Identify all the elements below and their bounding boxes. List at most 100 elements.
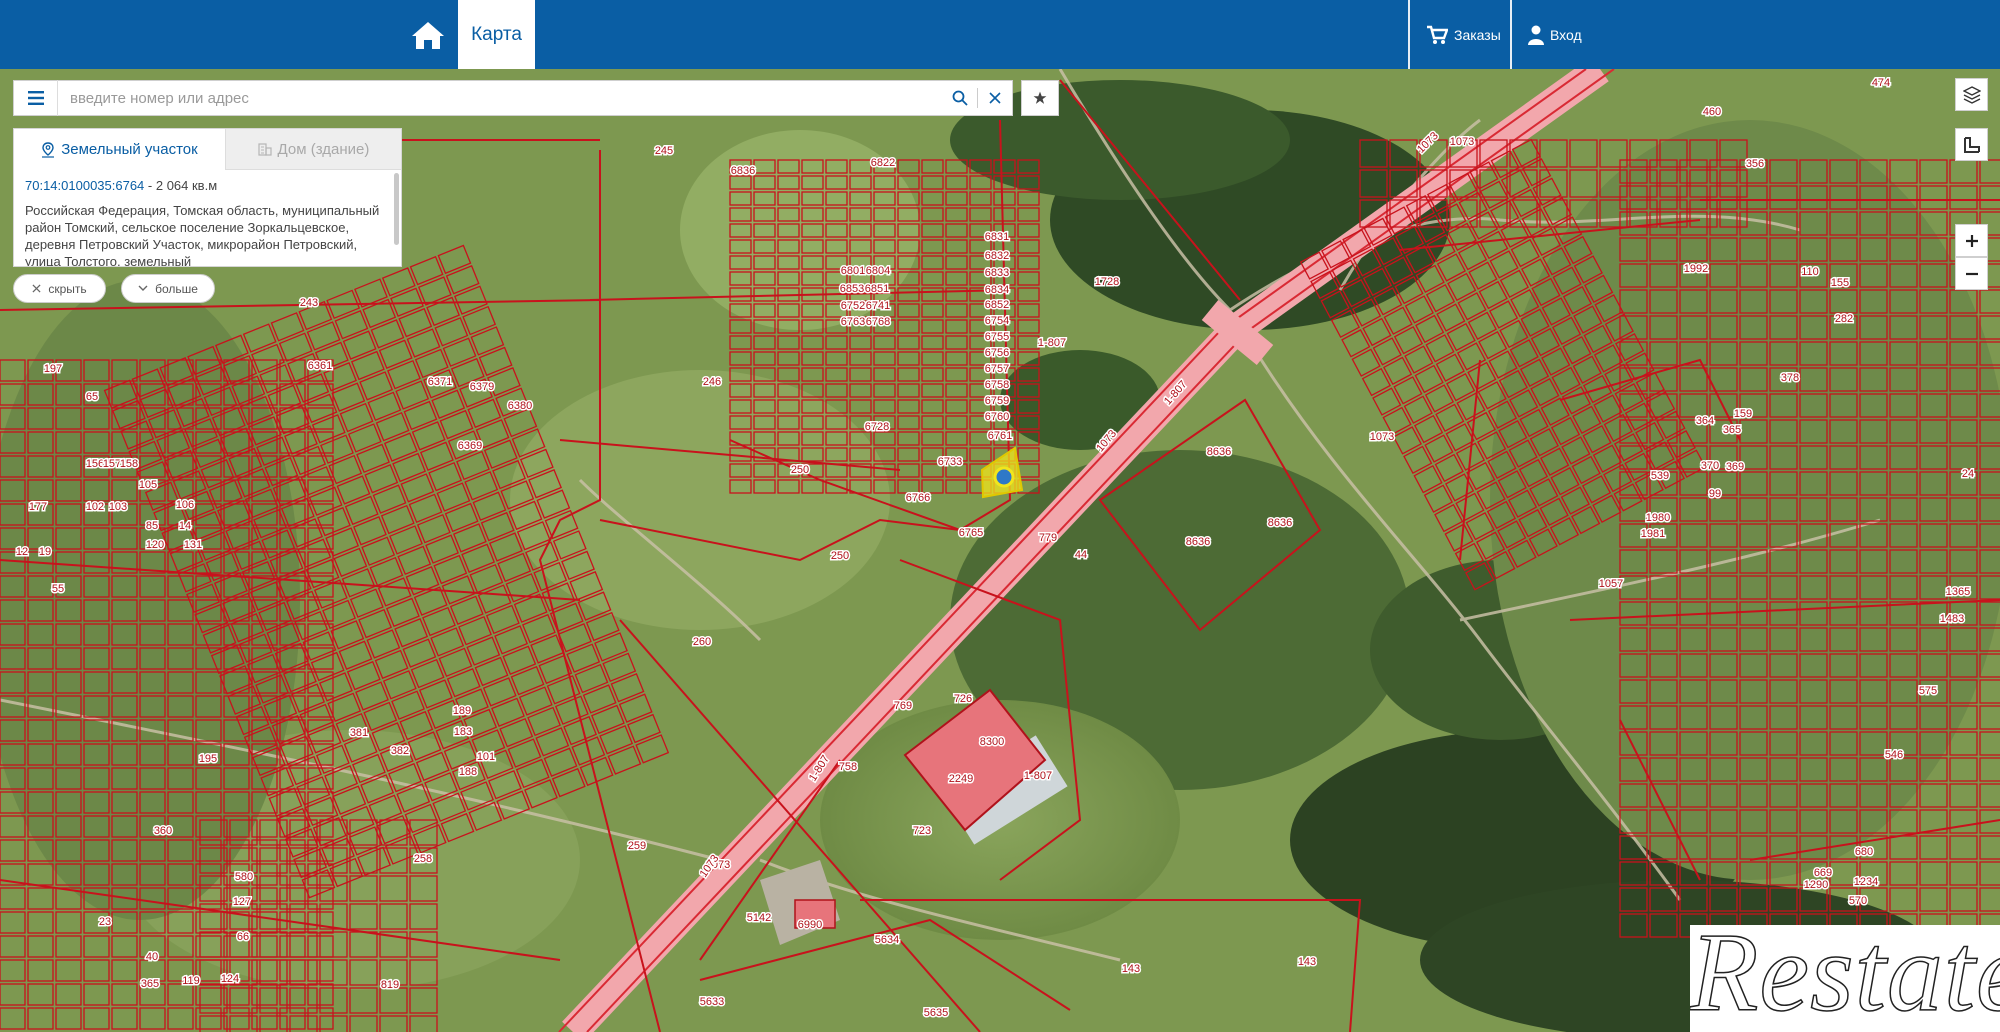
plot-number-label: 124	[221, 973, 239, 985]
tab-land-label: Земельный участок	[61, 141, 198, 158]
plot-number-label: 66	[237, 931, 249, 943]
plot-number-label: 460	[1703, 106, 1721, 118]
plot-number-label: 6766	[906, 492, 930, 504]
chevron-down-icon	[138, 285, 148, 291]
plot-number-label: 6757	[985, 363, 1009, 375]
plot-number-label: 758	[839, 761, 857, 773]
plot-number-label: 382	[391, 745, 409, 757]
plot-number-label: 6752	[841, 300, 865, 312]
plus-icon	[1965, 234, 1978, 247]
parcel-info-panel: Земельный участок Дом (здание) 70:14:010…	[13, 128, 402, 267]
plot-number-label: 680	[1855, 846, 1873, 858]
plot-number-label: 8636	[1268, 517, 1292, 529]
plot-number-label: 106	[176, 499, 194, 511]
building-icon	[257, 143, 272, 156]
plot-number-label: 365	[141, 978, 159, 990]
search-input[interactable]	[58, 81, 943, 115]
star-icon	[1033, 91, 1047, 104]
watermark-logo: Restate	[1690, 925, 2000, 1032]
plot-number-label: 260	[693, 636, 711, 648]
login-label: Вход	[1550, 26, 1582, 43]
tab-house-label: Дом (здание)	[277, 140, 370, 158]
plot-number-label: 1234	[1854, 876, 1878, 888]
plot-number-label: 360	[154, 825, 172, 837]
plot-number-label: 546	[1885, 749, 1903, 761]
plot-number-label: 365	[1723, 424, 1741, 436]
tab-house[interactable]: Дом (здание)	[224, 129, 401, 170]
plot-number-label: 6763	[841, 316, 865, 328]
plot-number-label: 159	[1734, 408, 1752, 420]
plot-number-label: 55	[52, 583, 64, 595]
plot-number-label: 769	[894, 700, 912, 712]
favorites-button[interactable]	[1021, 80, 1059, 116]
orders-label: Заказы	[1454, 26, 1501, 43]
home-button[interactable]	[398, 0, 458, 69]
plot-number-label: 103	[109, 501, 127, 513]
plot-number-label: 356	[1746, 158, 1764, 170]
cart-icon	[1427, 25, 1448, 44]
plot-number-label: 14	[179, 520, 191, 532]
minus-icon	[1965, 272, 1978, 275]
plot-number-label: 1728	[1095, 276, 1119, 288]
plot-number-label: 105	[139, 479, 157, 491]
user-icon	[1528, 25, 1544, 45]
plot-number-label: 8636	[1186, 536, 1210, 548]
plot-number-label: 779	[1039, 532, 1057, 544]
panel-scrollbar[interactable]	[394, 173, 399, 245]
plot-number-label: 1057	[1599, 578, 1623, 590]
hide-button[interactable]: скрыть	[13, 274, 106, 303]
tab-land-plot[interactable]: Земельный участок	[14, 129, 225, 170]
plot-number-label: 539	[1651, 470, 1669, 482]
plot-number-label: 246	[703, 376, 721, 388]
plot-number-label: 158	[120, 458, 138, 470]
plot-number-label: 85	[146, 520, 158, 532]
plot-number-label: 6371	[428, 376, 452, 388]
parcel-details: 70:14:0100035:6764 - 2 064 кв.м Российск…	[14, 170, 401, 267]
plot-number-label: 23	[99, 916, 111, 928]
menu-button[interactable]	[14, 80, 58, 116]
plot-number-label: 6768	[866, 316, 890, 328]
plot-number-label: 5635	[924, 1007, 948, 1019]
hide-label: скрыть	[48, 281, 87, 296]
plot-number-label: 1073	[1370, 431, 1394, 443]
plot-number-label: 474	[1872, 77, 1890, 89]
clear-search-button[interactable]	[978, 81, 1012, 115]
parcel-address: Российская Федерация, Томская область, м…	[25, 203, 380, 267]
map-tab[interactable]: Карта	[458, 0, 535, 69]
plot-number-label: 155	[1831, 277, 1849, 289]
plot-number-label: 364	[1696, 415, 1714, 427]
toolbar-divider	[1510, 0, 1512, 69]
plot-number-label: 6733	[938, 456, 962, 468]
plot-number-label: 156	[86, 458, 104, 470]
watermark-text: Restate	[1690, 925, 2000, 1032]
location-marker-icon[interactable]	[993, 466, 1015, 488]
plot-number-label: 183	[454, 726, 472, 738]
plot-number-label: 282	[1835, 313, 1853, 325]
parcel-area: - 2 064 кв.м	[144, 178, 218, 193]
zoom-in-button[interactable]	[1955, 224, 1988, 257]
layers-icon	[1962, 85, 1981, 104]
close-icon	[32, 284, 41, 293]
plot-number-label: 24	[1962, 468, 1974, 480]
login-button[interactable]: Вход	[1528, 0, 1582, 69]
layers-button[interactable]	[1955, 78, 1988, 111]
cadastral-number-link[interactable]: 70:14:0100035:6764	[25, 178, 144, 193]
plot-number-label: 6852	[985, 299, 1009, 311]
plot-number-label: 2249	[949, 773, 973, 785]
plot-number-label: 1290	[1804, 879, 1828, 891]
plot-number-label: 1980	[1646, 512, 1670, 524]
search-button[interactable]	[943, 81, 977, 115]
plot-number-label: 197	[44, 363, 62, 375]
plot-number-label: 195	[199, 753, 217, 765]
orders-button[interactable]: Заказы	[1426, 0, 1501, 69]
plot-number-label: 6741	[866, 300, 890, 312]
measure-button[interactable]	[1955, 128, 1988, 161]
plot-number-label: 6379	[470, 381, 494, 393]
plot-number-label: 6836	[731, 165, 755, 177]
more-button[interactable]: больше	[121, 274, 215, 303]
plot-number-label: 1073	[1450, 136, 1474, 148]
zoom-out-button[interactable]	[1955, 257, 1988, 290]
plot-number-label: 6754	[985, 315, 1009, 327]
plot-number-label: 819	[381, 979, 399, 991]
top-navigation-bar: Карта Заказы Вход	[0, 0, 2000, 69]
